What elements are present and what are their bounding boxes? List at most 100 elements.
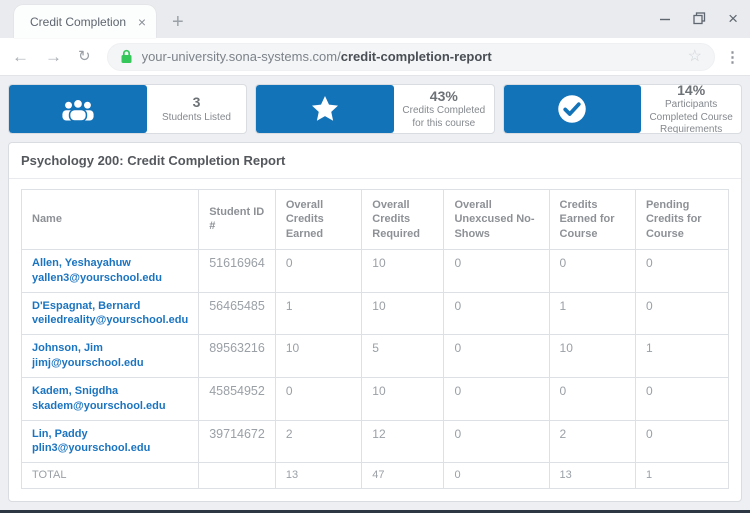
stat-label: Credits Completed for this course xyxy=(400,105,488,130)
student-name-link[interactable]: Kadem, Snigdha xyxy=(32,384,188,399)
stat-label: Participants Completed Course Requiremen… xyxy=(647,99,735,134)
noshows: 0 xyxy=(444,377,549,420)
report-title: Psychology 200: Credit Completion Report xyxy=(9,143,741,179)
star-icon xyxy=(256,85,394,133)
course-earned: 2 xyxy=(549,420,635,463)
col-overall-earned: Overall Credits Earned xyxy=(275,190,361,250)
student-name-link[interactable]: D'Espagnat, Bernard xyxy=(32,299,188,314)
browser-tab[interactable]: Credit Completion × xyxy=(14,5,156,38)
check-circle-icon xyxy=(504,85,642,133)
restore-button[interactable] xyxy=(693,12,706,25)
student-id: 39714672 xyxy=(199,420,276,463)
col-student-id: Student ID # xyxy=(199,190,276,250)
student-id: 45854952 xyxy=(199,377,276,420)
stat-text: 3 Students Listed xyxy=(147,85,247,133)
col-noshows: Overall Unexcused No-Shows xyxy=(444,190,549,250)
tab-title: Credit Completion xyxy=(30,15,138,29)
url-prefix: your-university.sona-systems.com/ xyxy=(142,49,341,64)
url-path: credit-completion-report xyxy=(341,49,492,64)
student-email-link[interactable]: veiledreality@yourschool.edu xyxy=(32,313,188,328)
student-email-link[interactable]: yallen3@yourschool.edu xyxy=(32,271,188,286)
page-content: 3 Students Listed 43% Credits Completed … xyxy=(0,76,750,513)
overall-required: 12 xyxy=(362,420,444,463)
student-name-link[interactable]: Johnson, Jim xyxy=(32,341,188,356)
student-name-link[interactable]: Allen, Yeshayahuw xyxy=(32,256,188,271)
col-course-earned: Credits Earned for Course xyxy=(549,190,635,250)
https-lock-icon xyxy=(120,49,133,64)
stat-label: Students Listed xyxy=(162,112,231,125)
total-overall-earned: 13 xyxy=(275,463,361,489)
overall-required: 10 xyxy=(362,292,444,335)
bookmark-star-icon[interactable]: ☆ xyxy=(688,49,702,65)
overall-earned: 1 xyxy=(275,292,361,335)
overall-earned: 0 xyxy=(275,249,361,292)
overall-required: 10 xyxy=(362,377,444,420)
overall-earned: 0 xyxy=(275,377,361,420)
student-cell: Kadem, Snigdhaskadem@yourschool.edu xyxy=(22,377,199,420)
report-table-wrap: Name Student ID # Overall Credits Earned… xyxy=(9,179,741,501)
student-email-link[interactable]: skadem@yourschool.edu xyxy=(32,399,188,414)
student-id: 51616964 xyxy=(199,249,276,292)
pending-credits: 0 xyxy=(635,249,728,292)
pending-credits: 0 xyxy=(635,292,728,335)
stat-card-students: 3 Students Listed xyxy=(8,84,247,134)
window-controls: × xyxy=(659,10,738,27)
reload-button[interactable]: ↻ xyxy=(78,49,91,64)
student-id: 56465485 xyxy=(199,292,276,335)
stat-text: 43% Credits Completed for this course xyxy=(394,85,494,133)
stat-card-participants: 14% Participants Completed Course Requir… xyxy=(503,84,742,134)
col-name: Name xyxy=(22,190,199,250)
tab-close-icon[interactable]: × xyxy=(138,15,146,29)
browser-window: Credit Completion × + × ← → ↻ your-unive… xyxy=(0,0,750,513)
col-overall-required: Overall Credits Required xyxy=(362,190,444,250)
close-button[interactable]: × xyxy=(728,10,738,27)
overall-earned: 10 xyxy=(275,335,361,378)
student-cell: D'Espagnat, Bernardveiledreality@yoursch… xyxy=(22,292,199,335)
overall-required: 5 xyxy=(362,335,444,378)
new-tab-button[interactable]: + xyxy=(172,12,184,32)
minimize-button[interactable] xyxy=(659,13,671,25)
student-name-link[interactable]: Lin, Paddy xyxy=(32,427,188,442)
total-pending: 1 xyxy=(635,463,728,489)
noshows: 0 xyxy=(444,335,549,378)
total-overall-required: 47 xyxy=(362,463,444,489)
col-pending: Pending Credits for Course xyxy=(635,190,728,250)
course-earned: 0 xyxy=(549,377,635,420)
tab-bar: Credit Completion × + × xyxy=(0,0,750,38)
table-row: Lin, Paddyplin3@yourschool.edu 39714672 … xyxy=(22,420,729,463)
stat-value: 3 xyxy=(193,94,201,112)
stat-card-credits: 43% Credits Completed for this course xyxy=(255,84,494,134)
report-panel: Psychology 200: Credit Completion Report… xyxy=(8,142,742,502)
address-bar[interactable]: your-university.sona-systems.com/credit-… xyxy=(107,43,715,71)
table-row: Johnson, Jimjimj@yourschool.edu 89563216… xyxy=(22,335,729,378)
total-noshows: 0 xyxy=(444,463,549,489)
stat-value: 43% xyxy=(430,88,458,106)
credit-table: Name Student ID # Overall Credits Earned… xyxy=(21,189,729,489)
student-cell: Lin, Paddyplin3@yourschool.edu xyxy=(22,420,199,463)
stat-value: 14% xyxy=(677,84,705,99)
pending-credits: 0 xyxy=(635,377,728,420)
people-icon xyxy=(9,85,147,133)
table-row: Allen, Yeshayahuwyallen3@yourschool.edu … xyxy=(22,249,729,292)
address-bar-row: ← → ↻ your-university.sona-systems.com/c… xyxy=(0,38,750,76)
overall-required: 10 xyxy=(362,249,444,292)
url-text: your-university.sona-systems.com/credit-… xyxy=(142,49,688,64)
noshows: 0 xyxy=(444,420,549,463)
forward-button[interactable]: → xyxy=(45,48,62,65)
total-id xyxy=(199,463,276,489)
overall-earned: 2 xyxy=(275,420,361,463)
noshows: 0 xyxy=(444,292,549,335)
noshows: 0 xyxy=(444,249,549,292)
student-cell: Johnson, Jimjimj@yourschool.edu xyxy=(22,335,199,378)
student-id: 89563216 xyxy=(199,335,276,378)
back-button[interactable]: ← xyxy=(12,48,29,65)
student-email-link[interactable]: jimj@yourschool.edu xyxy=(32,356,188,371)
stat-cards: 3 Students Listed 43% Credits Completed … xyxy=(8,84,742,134)
table-row: D'Espagnat, Bernardveiledreality@yoursch… xyxy=(22,292,729,335)
browser-menu-icon[interactable]: ⋮ xyxy=(725,48,740,66)
course-earned: 0 xyxy=(549,249,635,292)
student-cell: Allen, Yeshayahuwyallen3@yourschool.edu xyxy=(22,249,199,292)
course-earned: 1 xyxy=(549,292,635,335)
pending-credits: 1 xyxy=(635,335,728,378)
student-email-link[interactable]: plin3@yourschool.edu xyxy=(32,441,188,456)
